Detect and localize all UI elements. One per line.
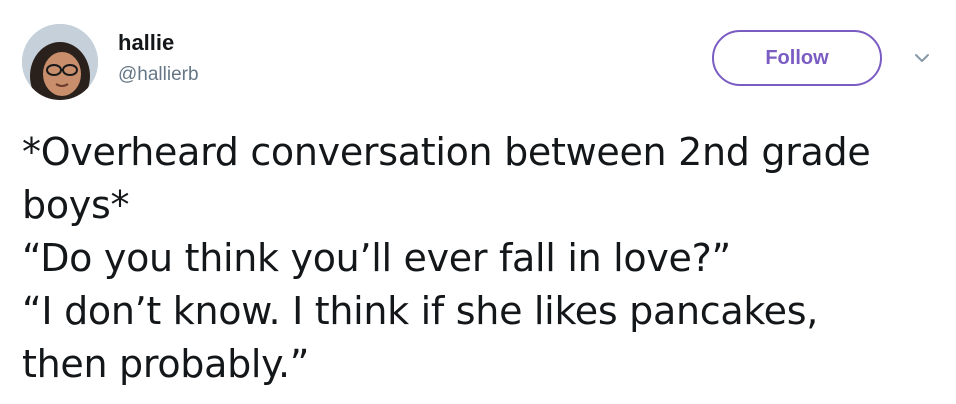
follow-button[interactable]: Follow xyxy=(712,30,882,86)
tweet-header: hallie @hallierb Follow xyxy=(22,20,942,104)
user-handle[interactable]: @hallierb xyxy=(118,64,199,86)
tweet-card: hallie @hallierb Follow *Overheard conve… xyxy=(0,0,956,404)
tweet-text-line: then probably.” xyxy=(22,342,310,386)
avatar-photo xyxy=(22,24,98,100)
chevron-down-icon[interactable] xyxy=(912,50,932,66)
tweet-text-line: “I don’t know. I think if she likes panc… xyxy=(22,289,819,333)
tweet-text-line: *Overheard conversation between 2nd grad… xyxy=(22,130,871,174)
tweet-text-line: “Do you think you’ll ever fall in love?” xyxy=(22,236,731,280)
tweet-text: *Overheard conversation between 2nd grad… xyxy=(22,126,942,391)
user-names: hallie @hallierb xyxy=(118,30,199,86)
tweet-text-line: boys* xyxy=(22,183,130,227)
display-name[interactable]: hallie xyxy=(118,30,199,56)
avatar[interactable] xyxy=(22,24,98,100)
